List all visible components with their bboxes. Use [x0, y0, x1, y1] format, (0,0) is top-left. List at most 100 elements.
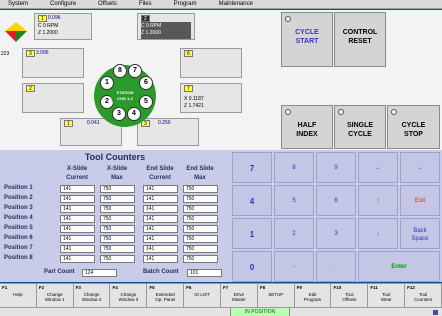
key-5[interactable]: 5 — [274, 185, 314, 216]
key-9[interactable]: 9 — [316, 152, 356, 183]
key-left[interactable]: ← — [358, 152, 398, 183]
counter-cell[interactable]: 141 — [60, 195, 95, 203]
counter-cell[interactable]: 141 — [60, 235, 95, 243]
key-4[interactable]: 4 — [232, 185, 272, 216]
counter-cell[interactable]: 750 — [100, 205, 135, 213]
counter-cell[interactable]: 141 — [60, 185, 95, 193]
counter-cell[interactable]: 750 — [183, 245, 218, 253]
fkey-f2[interactable]: F2 Change Window 1 — [37, 284, 74, 308]
counter-cell[interactable]: 141 — [143, 195, 178, 203]
key-3[interactable]: 3 — [316, 218, 356, 249]
single-cycle-button[interactable]: SINGLE CYCLE — [334, 105, 386, 149]
fkey-f3[interactable]: F3 Change Window 2 — [74, 284, 111, 308]
counter-cell[interactable]: 141 — [143, 245, 178, 253]
counter-cell[interactable]: 750 — [183, 215, 218, 223]
counter-cell[interactable]: 141 — [60, 255, 95, 263]
cycle-stop-button[interactable]: CYCLE STOP — [387, 105, 440, 149]
key-down[interactable]: ↓ — [358, 218, 398, 249]
counter-cell[interactable]: 750 — [183, 185, 218, 193]
key-6[interactable]: 6 — [316, 185, 356, 216]
key-0[interactable]: 0 — [232, 251, 272, 282]
key-dot[interactable]: . — [316, 251, 356, 282]
axis-panel-4[interactable]: 6 — [180, 48, 242, 78]
counter-cell[interactable]: 141 — [60, 205, 95, 213]
counter-cell[interactable]: 141 — [143, 235, 178, 243]
key-backspace[interactable]: Back Space — [400, 218, 440, 249]
axis-panel-3[interactable]: 3 3.096 — [22, 48, 84, 78]
half-index-button[interactable]: HALF INDEX — [281, 105, 333, 149]
turret-tool-3[interactable]: 3 — [112, 107, 126, 121]
key-enter[interactable]: Enter — [358, 251, 440, 282]
control-reset-button[interactable]: CONTROL RESET — [334, 12, 386, 67]
key-7[interactable]: 7 — [232, 152, 272, 183]
counter-cell[interactable]: 750 — [100, 195, 135, 203]
turret-tool-8[interactable]: 8 — [113, 64, 127, 78]
key-2[interactable]: 2 — [274, 218, 314, 249]
axis-tag: 2 — [141, 15, 150, 22]
turret-tool-1[interactable]: 1 — [100, 76, 114, 90]
counter-cell[interactable]: 750 — [183, 255, 218, 263]
counter-cell[interactable]: 750 — [183, 195, 218, 203]
key-exit[interactable]: Exit — [400, 185, 440, 216]
fkey-f5[interactable]: F5 Extended Op. Panel — [147, 284, 185, 308]
menu-item-program[interactable]: Program — [174, 0, 197, 9]
counter-cell[interactable]: 141 — [143, 225, 178, 233]
counter-cell[interactable]: 141 — [60, 215, 95, 223]
counter-cell[interactable]: 141 — [143, 205, 178, 213]
menu-item-offsets[interactable]: Offsets — [98, 0, 117, 9]
counter-cell[interactable]: 141 — [60, 245, 95, 253]
counter-cell[interactable]: 141 — [143, 185, 178, 193]
fkey-f1[interactable]: F1 Help — [0, 284, 37, 308]
batch-count-field[interactable]: 101 — [187, 269, 222, 277]
turret-tool-4[interactable]: 4 — [127, 107, 141, 121]
turret-tool-6[interactable]: 6 — [139, 76, 153, 90]
fkey-f7[interactable]: F7 Drive Master — [221, 284, 258, 308]
fkey-f12[interactable]: F12 Tool Counters — [405, 284, 442, 308]
counter-cell[interactable]: 750 — [183, 225, 218, 233]
fkey-f6[interactable]: F6 IO LIST — [184, 284, 221, 308]
counter-cell[interactable]: 750 — [100, 225, 135, 233]
counter-cell[interactable]: 750 — [100, 185, 135, 193]
menu-item-maintenance[interactable]: Maintenance — [219, 0, 253, 9]
key-right[interactable]: → — [400, 152, 440, 183]
counter-cell[interactable]: 141 — [143, 255, 178, 263]
counter-cell[interactable]: 141 — [143, 215, 178, 223]
axis-panel-2[interactable]: 2 C 0 RPM Z 1.2000 — [137, 13, 195, 40]
turret-diagram[interactable]: 87162534 STATION CHG 1-2 — [90, 61, 160, 131]
key--[interactable]: - — [274, 251, 314, 282]
part-count-field[interactable]: 124 — [82, 269, 117, 277]
counter-cell[interactable]: 750 — [100, 245, 135, 253]
fkey-label: SETUP — [268, 292, 284, 297]
half-index-led — [285, 109, 291, 115]
counter-cell[interactable]: 750 — [183, 235, 218, 243]
menu-item-files[interactable]: Files — [139, 0, 152, 9]
column-header: X-Slide Max — [106, 166, 128, 181]
key-8[interactable]: 8 — [274, 152, 314, 183]
axis-panel-1[interactable]: 1 0.096 C 0 RPM Z 1.2000 — [34, 13, 92, 40]
axis-panel-5[interactable]: 2 — [22, 83, 84, 113]
position-label: Position 4 — [4, 215, 33, 221]
counter-cell[interactable]: 750 — [100, 235, 135, 243]
fkey-f10[interactable]: F10 Tool Offsets — [332, 284, 369, 308]
key-up[interactable]: ↑ — [358, 185, 398, 216]
fkey-f8[interactable]: F8 SETUP — [258, 284, 295, 308]
fkey-f4[interactable]: F4 Change Window 3 — [111, 284, 148, 308]
menu-item-configure[interactable]: Configure — [50, 0, 76, 9]
counter-cell[interactable]: 750 — [183, 205, 218, 213]
menu-item-system[interactable]: System — [8, 0, 28, 9]
counter-cell[interactable]: 141 — [60, 225, 95, 233]
turret-tool-5[interactable]: 5 — [139, 95, 153, 109]
axis-panel-6[interactable]: 7 X 0.1187 Z 1.7421 — [180, 83, 242, 113]
key-1[interactable]: 1 — [232, 218, 272, 249]
position-label: Position 8 — [4, 255, 33, 261]
machine-code: 223 — [1, 51, 10, 57]
axis-tag: 3 — [26, 50, 35, 57]
cycle-start-button[interactable]: CYCLE START — [281, 12, 333, 67]
axis-readout: C 0 RPM Z 1.2000 — [141, 23, 162, 36]
fkey-f11[interactable]: F11 Tool Wear — [368, 284, 406, 308]
counter-cell[interactable]: 750 — [100, 255, 135, 263]
turret-tool-7[interactable]: 7 — [128, 64, 142, 78]
fkey-f9[interactable]: F9 Edit Program — [295, 284, 332, 308]
function-key-bar: F1 Help F2 Change Window 1 F3 Change Window 2… — [0, 283, 442, 308]
counter-cell[interactable]: 750 — [100, 215, 135, 223]
